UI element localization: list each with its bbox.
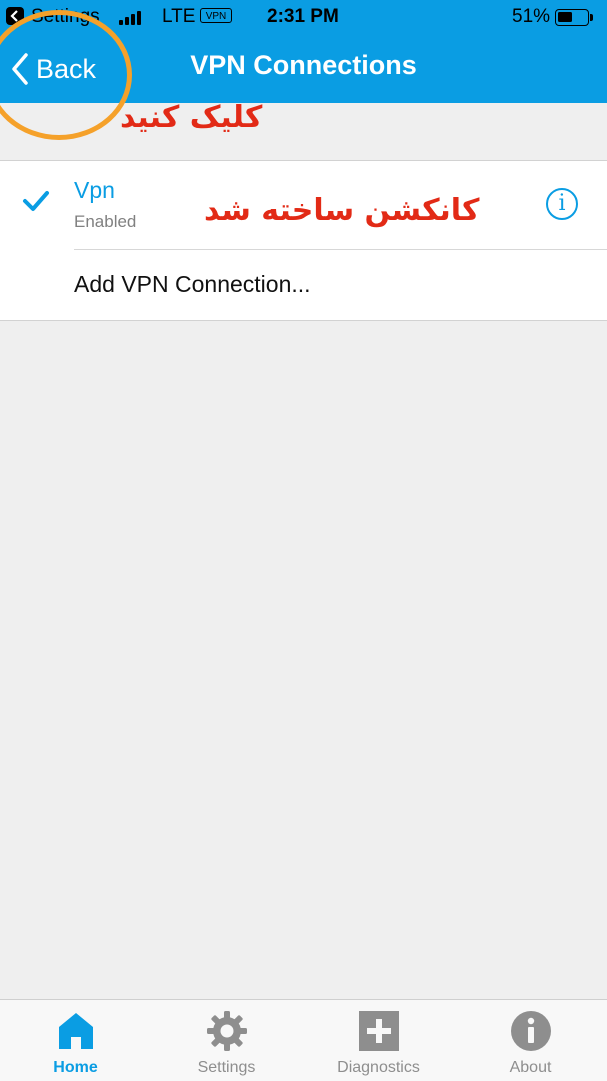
highlight-circle [0, 10, 132, 140]
tab-diagnostics[interactable]: Diagnostics [303, 1000, 454, 1081]
click-hint-annotation: کلیک کنید [120, 100, 263, 135]
tab-home-label: Home [53, 1059, 98, 1076]
battery-tip [590, 14, 593, 21]
tab-bar: Home Settings Diagnostics About [0, 999, 607, 1081]
vpn-connection-name: Vpn [74, 177, 115, 203]
carrier-label: LTE [162, 6, 196, 27]
add-vpn-connection-row[interactable]: Add VPN Connection... [0, 249, 607, 320]
info-circle-icon [510, 1011, 551, 1051]
add-vpn-connection-label: Add VPN Connection... [74, 271, 311, 297]
vpn-connection-list: Vpn Enabled i Add VPN Connection... [0, 160, 607, 321]
checkmark-icon [23, 191, 49, 211]
plus-box-icon [358, 1011, 399, 1051]
connection-created-annotation: کانکشن ساخته شد [204, 193, 480, 228]
tab-home[interactable]: Home [0, 1000, 151, 1081]
tab-settings[interactable]: Settings [151, 1000, 302, 1081]
tab-settings-label: Settings [197, 1059, 256, 1076]
battery-percentage: 51% [512, 6, 551, 27]
battery-icon [555, 9, 589, 26]
home-icon [58, 1013, 93, 1049]
tab-about[interactable]: About [455, 1000, 606, 1081]
gear-icon [206, 1011, 247, 1051]
vpn-connection-status: Enabled [74, 212, 137, 231]
tab-about-label: About [509, 1059, 552, 1076]
signal-strength-icon [119, 9, 145, 25]
clock: 2:31 PM [267, 6, 339, 27]
battery-level-fill [558, 12, 572, 22]
tab-diagnostics-label: Diagnostics [337, 1059, 420, 1076]
vpn-status-badge: VPN [200, 8, 232, 23]
info-icon[interactable]: i [546, 188, 578, 220]
